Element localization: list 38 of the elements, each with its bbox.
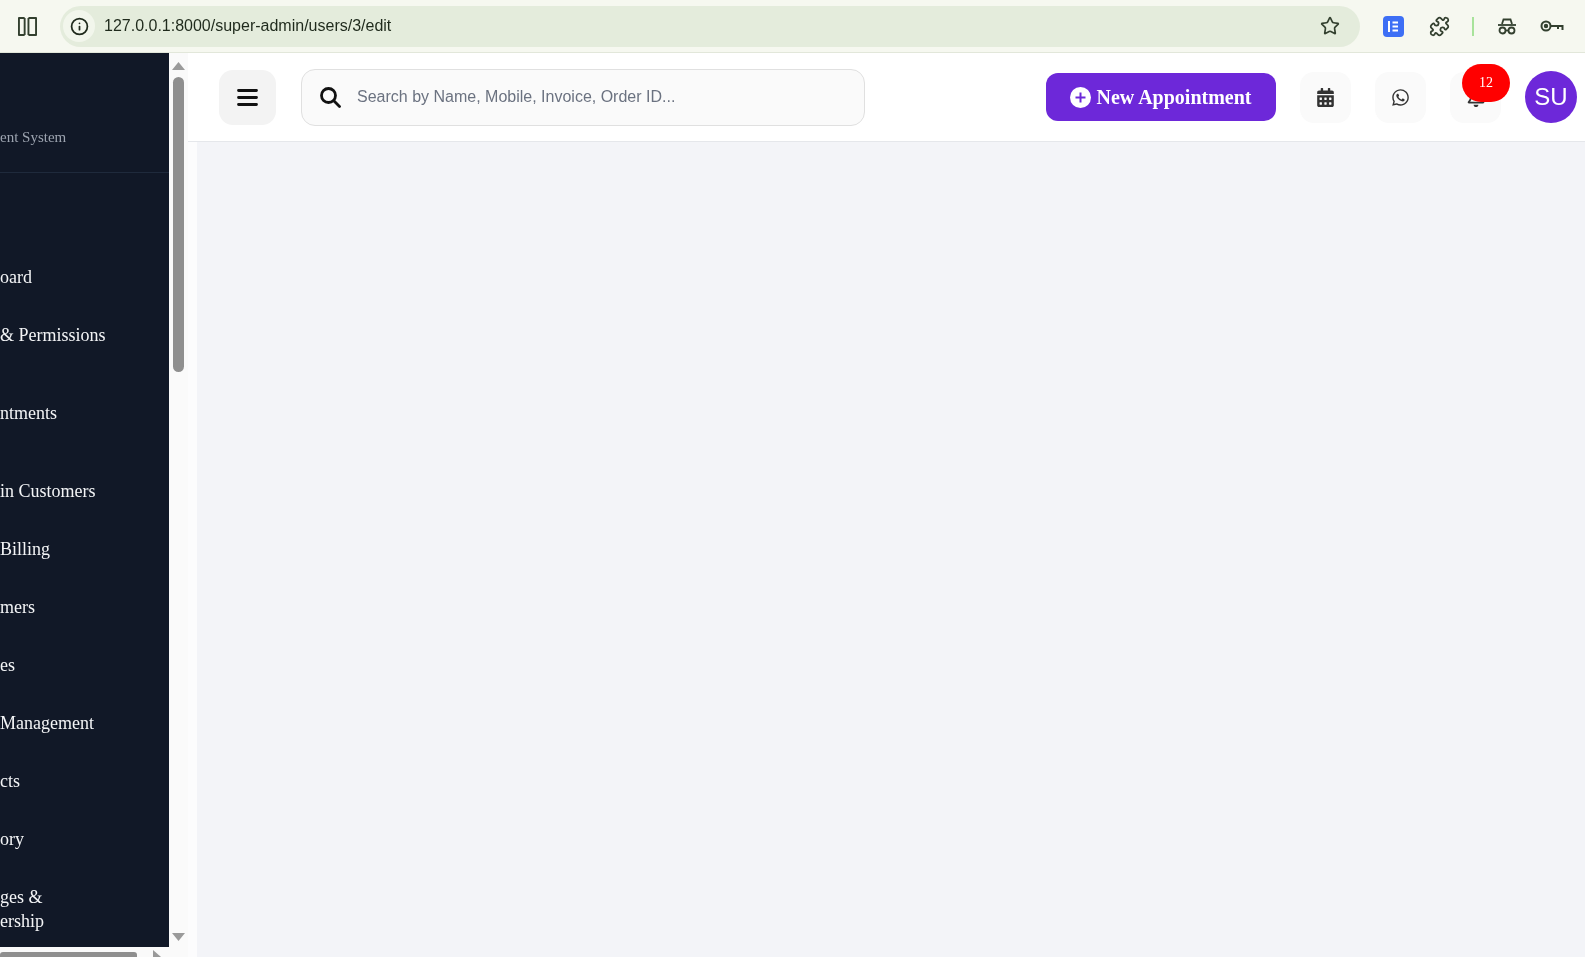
sidebar-item[interactable]: cts	[0, 769, 20, 793]
incognito-icon[interactable]	[1497, 17, 1517, 35]
site-info-icon[interactable]	[63, 10, 95, 42]
whatsapp-button[interactable]	[1375, 71, 1426, 123]
sidebar-item[interactable]: Management	[0, 711, 94, 735]
sidebar-item[interactable]: mers	[0, 595, 35, 619]
sidebar-item[interactable]: Billing	[0, 537, 50, 561]
extension-tile-icon[interactable]	[1383, 15, 1404, 37]
sidebar-item[interactable]: ges & ership	[0, 885, 44, 933]
scrollbar-thumb[interactable]	[173, 77, 184, 372]
scrollbar-thumb[interactable]	[0, 952, 137, 957]
user-avatar[interactable]: SU	[1525, 71, 1577, 123]
sidebar-item[interactable]: ory	[0, 827, 24, 851]
sidebar-item[interactable]: & Permissions	[0, 323, 106, 347]
url-text: 127.0.0.1:8000/super-admin/users/3/edit	[104, 16, 392, 36]
search-field[interactable]: Search by Name, Mobile, Invoice, Order ID...	[301, 68, 865, 126]
notification-badge: 12	[1462, 63, 1510, 102]
scroll-down-arrow-icon[interactable]	[172, 933, 185, 941]
address-bar[interactable]: 127.0.0.1:8000/super-admin/users/3/edit	[60, 5, 1360, 47]
sidebar-item[interactable]: in Customers	[0, 479, 96, 503]
scroll-right-arrow-icon[interactable]	[153, 950, 161, 957]
key-icon[interactable]	[1540, 19, 1564, 33]
plus-circle-icon	[1070, 86, 1092, 108]
menu-button[interactable]	[219, 69, 276, 125]
split-view-icon[interactable]	[17, 16, 38, 36]
chat-bubble-phone-icon	[1391, 87, 1410, 107]
menu-icon	[237, 88, 258, 106]
sidebar-subtitle: ent System	[0, 128, 67, 147]
sidebar-item[interactable]: oard	[0, 265, 32, 289]
bookmark-star-icon[interactable]	[1320, 16, 1340, 36]
search-icon	[320, 86, 341, 108]
calendar-icon	[1317, 87, 1334, 107]
new-appointment-button[interactable]: New Appointment	[1046, 73, 1276, 121]
sidebar-item[interactable]: es	[0, 653, 15, 677]
puzzle-piece-icon[interactable]	[1429, 15, 1450, 37]
sidebar-item[interactable]: ntments	[0, 401, 57, 425]
calendar-button[interactable]	[1300, 71, 1351, 123]
scroll-up-arrow-icon[interactable]	[172, 62, 185, 70]
